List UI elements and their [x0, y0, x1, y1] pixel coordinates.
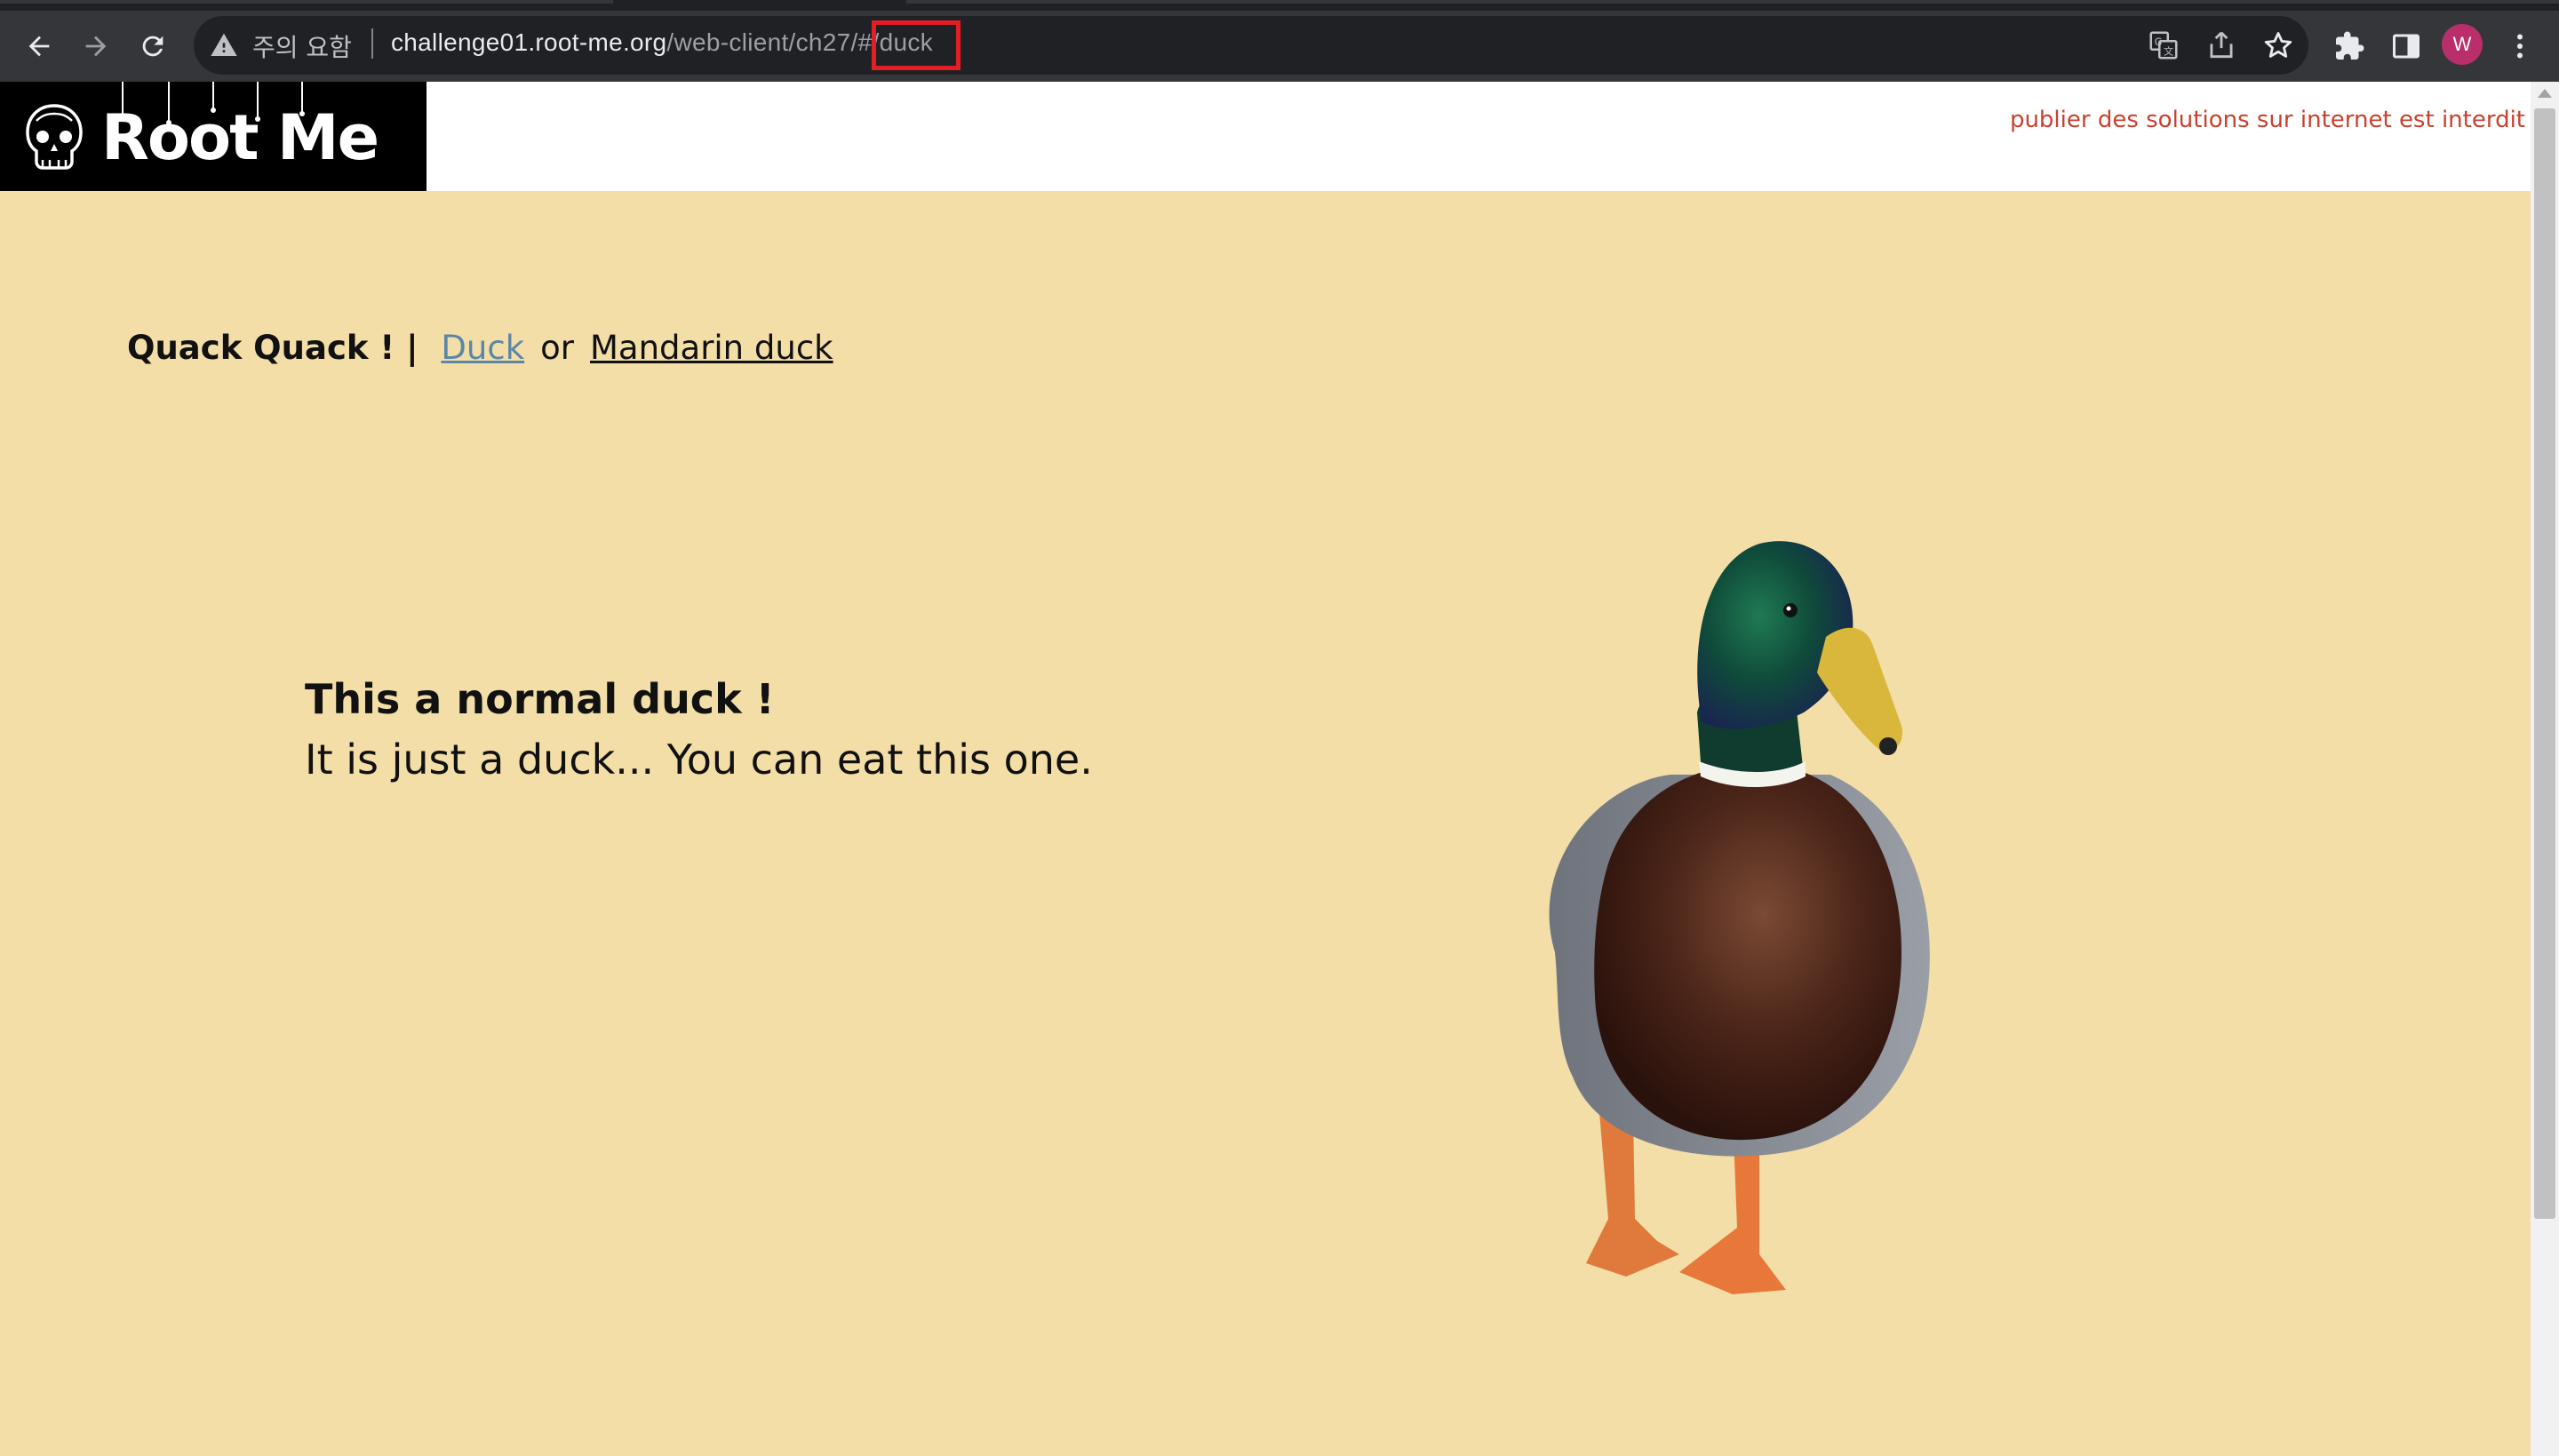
nav-brand: Quack Quack ! |	[127, 329, 419, 367]
duck-text: It is just a duck... You can eat this on…	[305, 736, 1093, 784]
rootme-logo[interactable]: Root Me	[0, 82, 426, 191]
arrow-right-icon	[85, 36, 107, 57]
back-button[interactable]	[18, 25, 60, 68]
address-bar[interactable]: 주의 요함 challenge01.root-me.org/web-client…	[194, 16, 2308, 75]
security-label[interactable]: 주의 요함	[252, 28, 352, 64]
share-icon	[2210, 31, 2233, 59]
duck-description: This a normal duck ! It is just a duck..…	[305, 675, 1093, 784]
svg-text:文: 文	[2164, 44, 2173, 57]
site-header: Root Me publier des solutions sur intern…	[0, 82, 2531, 191]
side-panel-icon	[2393, 34, 2419, 59]
mallard-duck-image	[1549, 541, 1930, 1294]
reload-icon	[142, 36, 163, 57]
translate-button[interactable]: G文	[2147, 28, 2180, 62]
more-vert-icon	[2517, 34, 2523, 59]
translate-icon: G文	[2149, 31, 2178, 60]
duck-link[interactable]: Duck	[441, 329, 524, 367]
active-tab[interactable]	[613, 0, 906, 4]
puzzle-icon	[2336, 31, 2364, 60]
nav-or-text: or	[540, 329, 574, 367]
side-panel-button[interactable]	[2387, 27, 2426, 66]
share-button[interactable]	[2204, 28, 2238, 62]
arrow-left-icon	[28, 36, 50, 57]
menu-button[interactable]	[2500, 27, 2539, 66]
extensions-button[interactable]	[2330, 27, 2369, 66]
duck-title: This a normal duck !	[305, 675, 775, 723]
logo-text: Root Me	[101, 101, 379, 174]
tab-strip-line	[0, 0, 2559, 4]
web-page: Root Me publier des solutions sur intern…	[0, 82, 2531, 1456]
profile-avatar[interactable]: W	[2442, 24, 2483, 65]
forward-button[interactable]	[75, 25, 117, 68]
warning-icon[interactable]	[210, 31, 238, 60]
url-host: challenge01.root-me.org	[391, 28, 667, 56]
address-separator	[371, 28, 373, 59]
scrollbar-thumb[interactable]	[2534, 108, 2555, 1219]
bookmark-button[interactable]	[2261, 28, 2295, 62]
mandarin-duck-link[interactable]: Mandarin duck	[590, 329, 833, 367]
disclaimer-text: publier des solutions sur internet est i…	[2009, 107, 2525, 133]
duck-navigation: Quack Quack ! | Duck or Mandarin duck	[127, 329, 833, 367]
reload-button[interactable]	[132, 25, 174, 68]
url-fragment-highlight	[872, 20, 961, 70]
url-text[interactable]: challenge01.root-me.org/web-client/ch27/…	[391, 28, 933, 57]
url-path: /web-client/ch27/	[666, 28, 858, 56]
star-icon	[2264, 32, 2292, 58]
tab-strip	[0, 0, 2559, 11]
svg-text:G: G	[2155, 36, 2163, 48]
vertical-scrollbar[interactable]	[2531, 82, 2559, 1456]
scroll-up-arrow-icon[interactable]	[2538, 89, 2552, 98]
browser-toolbar: 주의 요함 challenge01.root-me.org/web-client…	[0, 11, 2559, 82]
skull-icon	[26, 104, 83, 170]
